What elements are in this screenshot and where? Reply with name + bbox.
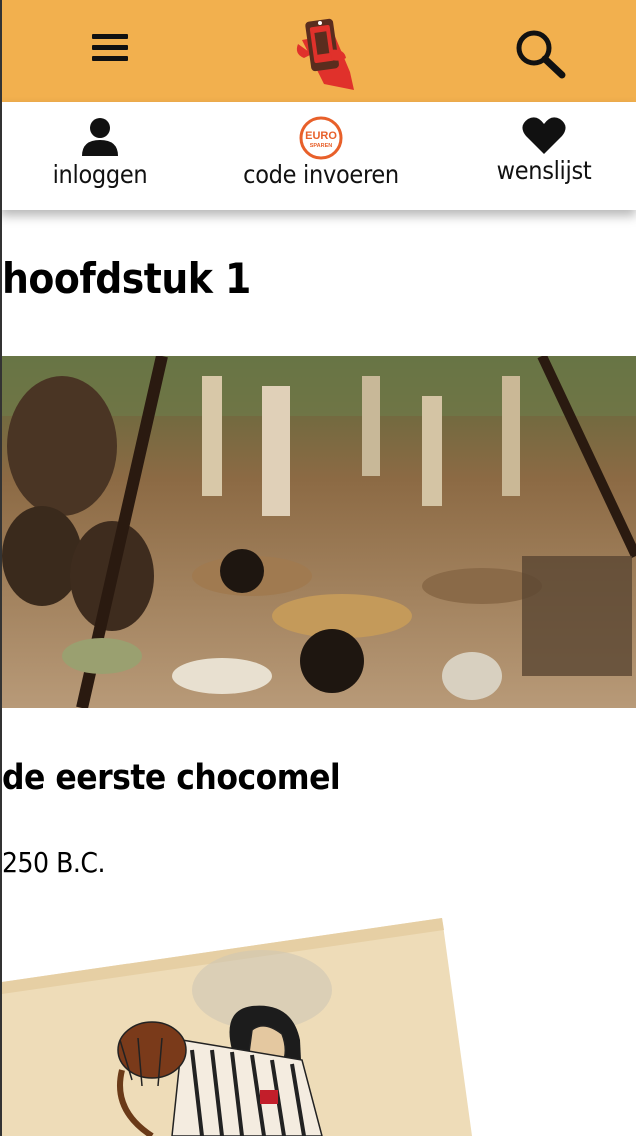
hand-holding-phone-logo[interactable] xyxy=(294,14,360,94)
login-label: inloggen xyxy=(52,160,148,189)
screen-edge xyxy=(0,0,2,1136)
section-date: 250 B.C. xyxy=(2,846,105,879)
codex-illustration xyxy=(2,918,472,1136)
wishlist-label: wenslijst xyxy=(496,156,592,185)
account-nav: inloggen EURO SPAREN code invoeren wensl… xyxy=(0,102,636,210)
menu-line xyxy=(92,34,128,39)
enter-code-label: code invoeren xyxy=(243,160,399,189)
enter-code-nav-item[interactable]: EURO SPAREN code invoeren xyxy=(240,102,402,210)
wishlist-nav-item[interactable]: wenslijst xyxy=(486,102,602,210)
euro-sparen-badge-icon: EURO SPAREN xyxy=(299,116,343,160)
menu-line xyxy=(92,45,128,50)
user-icon xyxy=(82,118,118,156)
menu-line xyxy=(92,56,128,61)
codex-drawing-image xyxy=(2,910,502,1136)
svg-text:EURO: EURO xyxy=(305,130,337,142)
hamburger-menu-button[interactable] xyxy=(92,34,128,64)
chapter-title: hoofdstuk 1 xyxy=(2,254,251,303)
login-nav-item[interactable]: inloggen xyxy=(40,102,160,210)
top-bar xyxy=(0,0,636,102)
aztec-market-painting xyxy=(2,356,636,708)
section-title: de eerste chocomel xyxy=(2,758,341,798)
svg-text:SPAREN: SPAREN xyxy=(310,143,333,149)
heart-icon xyxy=(522,117,566,154)
market-scene-illustration xyxy=(2,356,636,708)
search-icon[interactable] xyxy=(512,28,568,80)
